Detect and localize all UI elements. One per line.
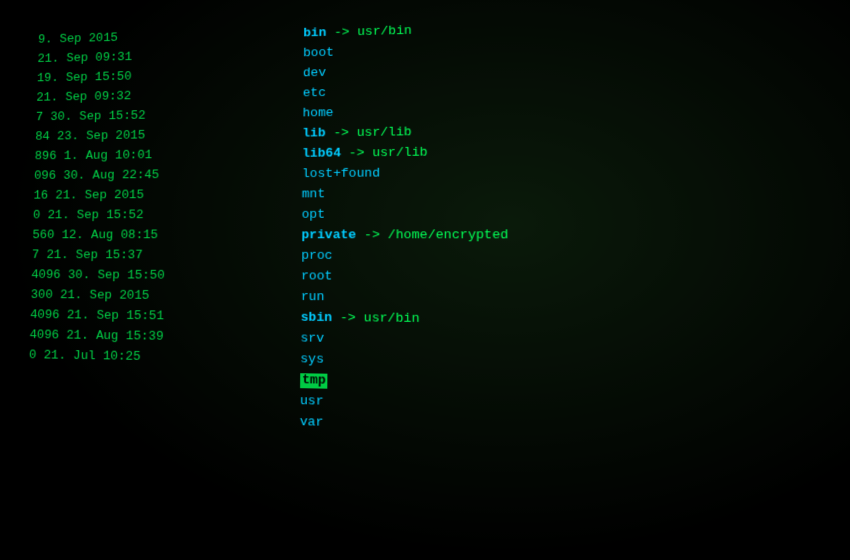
file-info-line: 4096 21. Aug 15:39 <box>29 327 285 350</box>
terminal-content: 9. Sep 2015 21. Sep 09:31 19. Sep 15:50 … <box>16 5 850 560</box>
file-info-line: 896 1. Aug 10:01 <box>34 145 287 166</box>
file-name-line: private -> /home/encrypted <box>301 226 850 247</box>
file-info-line: 0 21. Jul 10:25 <box>29 347 285 370</box>
file-info-line: 4096 30. Sep 15:50 <box>31 267 286 288</box>
file-info-line: 096 30. Aug 22:45 <box>34 166 287 187</box>
file-info-line: 7 30. Sep 15:52 <box>36 105 288 127</box>
file-info-line: 16 21. Sep 2015 <box>33 186 286 206</box>
file-info-line: 300 21. Sep 2015 <box>30 286 285 307</box>
file-info-line: 84 23. Sep 2015 <box>35 125 287 147</box>
file-name-line: lost+found <box>302 161 850 185</box>
file-name-line: root <box>301 268 850 291</box>
file-name-line: mnt <box>302 182 850 205</box>
file-info-line: 0 21. Sep 15:52 <box>33 206 287 226</box>
file-info-line: 21. Sep 09:32 <box>36 85 288 108</box>
file-info-line: 4096 21. Sep 15:51 <box>30 306 286 328</box>
file-info-line: 560 12. Aug 08:15 <box>32 227 286 246</box>
file-name-line: proc <box>301 247 850 269</box>
file-name-line: opt <box>302 204 850 225</box>
file-info-column: 9. Sep 2015 21. Sep 09:31 19. Sep 15:50 … <box>16 20 295 550</box>
terminal-window: 9. Sep 2015 21. Sep 09:31 19. Sep 15:50 … <box>0 0 850 560</box>
file-info-line: 7 21. Sep 15:37 <box>32 247 286 267</box>
file-names-column: bin -> usr/bin boot dev etc home lib -> … <box>291 5 850 560</box>
